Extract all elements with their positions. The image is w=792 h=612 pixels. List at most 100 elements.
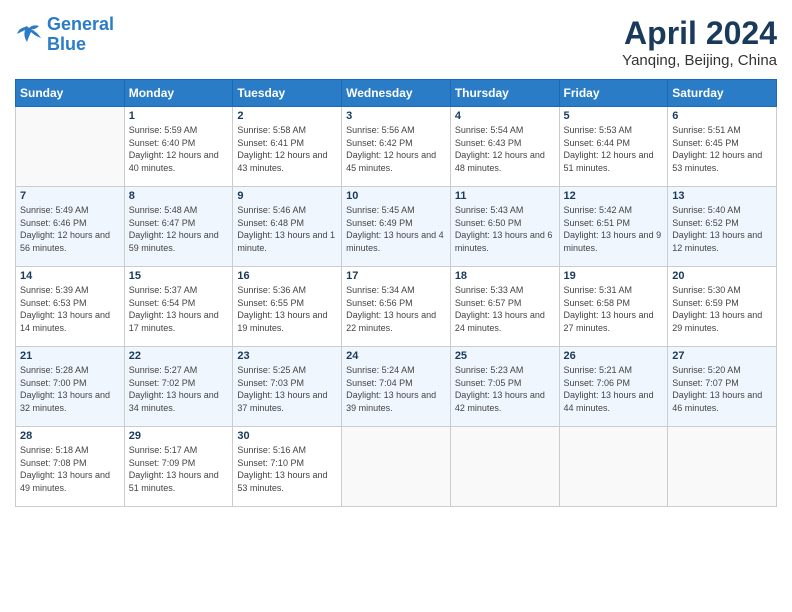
- calendar-cell: [16, 107, 125, 187]
- day-info: Sunrise: 5:27 AMSunset: 7:02 PMDaylight:…: [129, 364, 229, 414]
- calendar-week-1: 1 Sunrise: 5:59 AMSunset: 6:40 PMDaylight…: [16, 107, 777, 187]
- calendar-cell: 22 Sunrise: 5:27 AMSunset: 7:02 PMDayligh…: [124, 347, 233, 427]
- day-number: 25: [455, 350, 555, 362]
- calendar-cell: 24 Sunrise: 5:24 AMSunset: 7:04 PMDayligh…: [342, 347, 451, 427]
- calendar-cell: 18 Sunrise: 5:33 AMSunset: 6:57 PMDayligh…: [450, 267, 559, 347]
- weekday-header-friday: Friday: [559, 80, 668, 107]
- day-number: 6: [672, 110, 772, 122]
- calendar-cell: [342, 427, 451, 507]
- day-number: 26: [564, 350, 664, 362]
- calendar-week-2: 7 Sunrise: 5:49 AMSunset: 6:46 PMDaylight…: [16, 187, 777, 267]
- day-info: Sunrise: 5:33 AMSunset: 6:57 PMDaylight:…: [455, 284, 555, 334]
- calendar-week-3: 14 Sunrise: 5:39 AMSunset: 6:53 PMDayligh…: [16, 267, 777, 347]
- day-number: 3: [346, 110, 446, 122]
- day-info: Sunrise: 5:58 AMSunset: 6:41 PMDaylight:…: [237, 124, 337, 174]
- weekday-header-wednesday: Wednesday: [342, 80, 451, 107]
- weekday-header-monday: Monday: [124, 80, 233, 107]
- calendar-cell: 4Sunrise: 5:54 AMSunset: 6:43 PMDaylight…: [450, 107, 559, 187]
- day-info: Sunrise: 5:28 AMSunset: 7:00 PMDaylight:…: [20, 364, 120, 414]
- day-info: Sunrise: 5:48 AMSunset: 6:47 PMDaylight:…: [129, 204, 229, 254]
- calendar-cell: 12 Sunrise: 5:42 AMSunset: 6:51 PMDayligh…: [559, 187, 668, 267]
- day-info: Sunrise: 5:21 AMSunset: 7:06 PMDaylight:…: [564, 364, 664, 414]
- calendar-cell: 10 Sunrise: 5:45 AMSunset: 6:49 PMDayligh…: [342, 187, 451, 267]
- day-info: Sunrise: 5:25 AMSunset: 7:03 PMDaylight:…: [237, 364, 337, 414]
- day-info: Sunrise: 5:42 AMSunset: 6:51 PMDaylight:…: [564, 204, 664, 254]
- day-number: 7: [20, 190, 120, 202]
- day-info: Sunrise: 5:23 AMSunset: 7:05 PMDaylight:…: [455, 364, 555, 414]
- day-info: Sunrise: 5:30 AMSunset: 6:59 PMDaylight:…: [672, 284, 772, 334]
- calendar-cell: 13Sunrise: 5:40 AMSunset: 6:52 PMDayligh…: [668, 187, 777, 267]
- day-info: Sunrise: 5:51 AMSunset: 6:45 PMDaylight:…: [672, 124, 772, 174]
- calendar-week-5: 28 Sunrise: 5:18 AMSunset: 7:08 PMDayligh…: [16, 427, 777, 507]
- day-number: 21: [20, 350, 120, 362]
- day-number: 30: [237, 430, 337, 442]
- calendar-cell: 1 Sunrise: 5:59 AMSunset: 6:40 PMDaylight…: [124, 107, 233, 187]
- day-number: 22: [129, 350, 229, 362]
- calendar-cell: 5 Sunrise: 5:53 AMSunset: 6:44 PMDaylight…: [559, 107, 668, 187]
- day-info: Sunrise: 5:53 AMSunset: 6:44 PMDaylight:…: [564, 124, 664, 174]
- calendar-cell: 14 Sunrise: 5:39 AMSunset: 6:53 PMDayligh…: [16, 267, 125, 347]
- weekday-header-row: SundayMondayTuesdayWednesdayThursdayFrid…: [16, 80, 777, 107]
- logo-icon: [15, 24, 43, 46]
- weekday-header-sunday: Sunday: [16, 80, 125, 107]
- logo: General Blue: [15, 15, 114, 55]
- calendar-cell: 28 Sunrise: 5:18 AMSunset: 7:08 PMDayligh…: [16, 427, 125, 507]
- calendar-cell: 7 Sunrise: 5:49 AMSunset: 6:46 PMDaylight…: [16, 187, 125, 267]
- title-block: April 2024 Yanqing, Beijing, China: [622, 15, 777, 69]
- day-number: 12: [564, 190, 664, 202]
- day-info: Sunrise: 5:17 AMSunset: 7:09 PMDaylight:…: [129, 444, 229, 494]
- calendar-cell: 8Sunrise: 5:48 AMSunset: 6:47 PMDaylight…: [124, 187, 233, 267]
- calendar-week-4: 21 Sunrise: 5:28 AMSunset: 7:00 PMDayligh…: [16, 347, 777, 427]
- day-number: 27: [672, 350, 772, 362]
- day-number: 23: [237, 350, 337, 362]
- day-number: 2: [237, 110, 337, 122]
- weekday-header-thursday: Thursday: [450, 80, 559, 107]
- day-info: Sunrise: 5:39 AMSunset: 6:53 PMDaylight:…: [20, 284, 120, 334]
- day-number: 29: [129, 430, 229, 442]
- weekday-header-saturday: Saturday: [668, 80, 777, 107]
- calendar-cell: 6 Sunrise: 5:51 AMSunset: 6:45 PMDaylight…: [668, 107, 777, 187]
- day-info: Sunrise: 5:43 AMSunset: 6:50 PMDaylight:…: [455, 204, 555, 254]
- day-info: Sunrise: 5:31 AMSunset: 6:58 PMDaylight:…: [564, 284, 664, 334]
- day-number: 17: [346, 270, 446, 282]
- calendar-cell: 16Sunrise: 5:36 AMSunset: 6:55 PMDayligh…: [233, 267, 342, 347]
- day-info: Sunrise: 5:45 AMSunset: 6:49 PMDaylight:…: [346, 204, 446, 254]
- calendar-cell: 21 Sunrise: 5:28 AMSunset: 7:00 PMDayligh…: [16, 347, 125, 427]
- day-number: 19: [564, 270, 664, 282]
- day-info: Sunrise: 5:16 AMSunset: 7:10 PMDaylight:…: [237, 444, 337, 494]
- month-title: April 2024: [622, 15, 777, 52]
- logo-blue: Blue: [47, 34, 86, 54]
- calendar-cell: 11Sunrise: 5:43 AMSunset: 6:50 PMDayligh…: [450, 187, 559, 267]
- day-number: 18: [455, 270, 555, 282]
- day-number: 13: [672, 190, 772, 202]
- day-number: 28: [20, 430, 120, 442]
- calendar-cell: [450, 427, 559, 507]
- day-number: 5: [564, 110, 664, 122]
- day-info: Sunrise: 5:24 AMSunset: 7:04 PMDaylight:…: [346, 364, 446, 414]
- calendar-cell: 19 Sunrise: 5:31 AMSunset: 6:58 PMDayligh…: [559, 267, 668, 347]
- calendar-cell: 20 Sunrise: 5:30 AMSunset: 6:59 PMDayligh…: [668, 267, 777, 347]
- day-info: Sunrise: 5:46 AMSunset: 6:48 PMDaylight:…: [237, 204, 337, 254]
- day-info: Sunrise: 5:18 AMSunset: 7:08 PMDaylight:…: [20, 444, 120, 494]
- day-number: 24: [346, 350, 446, 362]
- logo-general: General: [47, 14, 114, 34]
- day-info: Sunrise: 5:49 AMSunset: 6:46 PMDaylight:…: [20, 204, 120, 254]
- calendar-cell: 17Sunrise: 5:34 AMSunset: 6:56 PMDayligh…: [342, 267, 451, 347]
- day-number: 10: [346, 190, 446, 202]
- calendar-cell: 27 Sunrise: 5:20 AMSunset: 7:07 PMDayligh…: [668, 347, 777, 427]
- day-info: Sunrise: 5:56 AMSunset: 6:42 PMDaylight:…: [346, 124, 446, 174]
- day-info: Sunrise: 5:20 AMSunset: 7:07 PMDaylight:…: [672, 364, 772, 414]
- calendar-cell: 29 Sunrise: 5:17 AMSunset: 7:09 PMDayligh…: [124, 427, 233, 507]
- calendar-cell: 26 Sunrise: 5:21 AMSunset: 7:06 PMDayligh…: [559, 347, 668, 427]
- day-number: 14: [20, 270, 120, 282]
- day-number: 20: [672, 270, 772, 282]
- calendar-cell: 23 Sunrise: 5:25 AMSunset: 7:03 PMDayligh…: [233, 347, 342, 427]
- day-number: 1: [129, 110, 229, 122]
- day-number: 4: [455, 110, 555, 122]
- day-info: Sunrise: 5:59 AMSunset: 6:40 PMDaylight:…: [129, 124, 229, 174]
- calendar-table: SundayMondayTuesdayWednesdayThursdayFrid…: [15, 79, 777, 507]
- weekday-header-tuesday: Tuesday: [233, 80, 342, 107]
- calendar-cell: 25 Sunrise: 5:23 AMSunset: 7:05 PMDayligh…: [450, 347, 559, 427]
- day-number: 16: [237, 270, 337, 282]
- calendar-cell: [668, 427, 777, 507]
